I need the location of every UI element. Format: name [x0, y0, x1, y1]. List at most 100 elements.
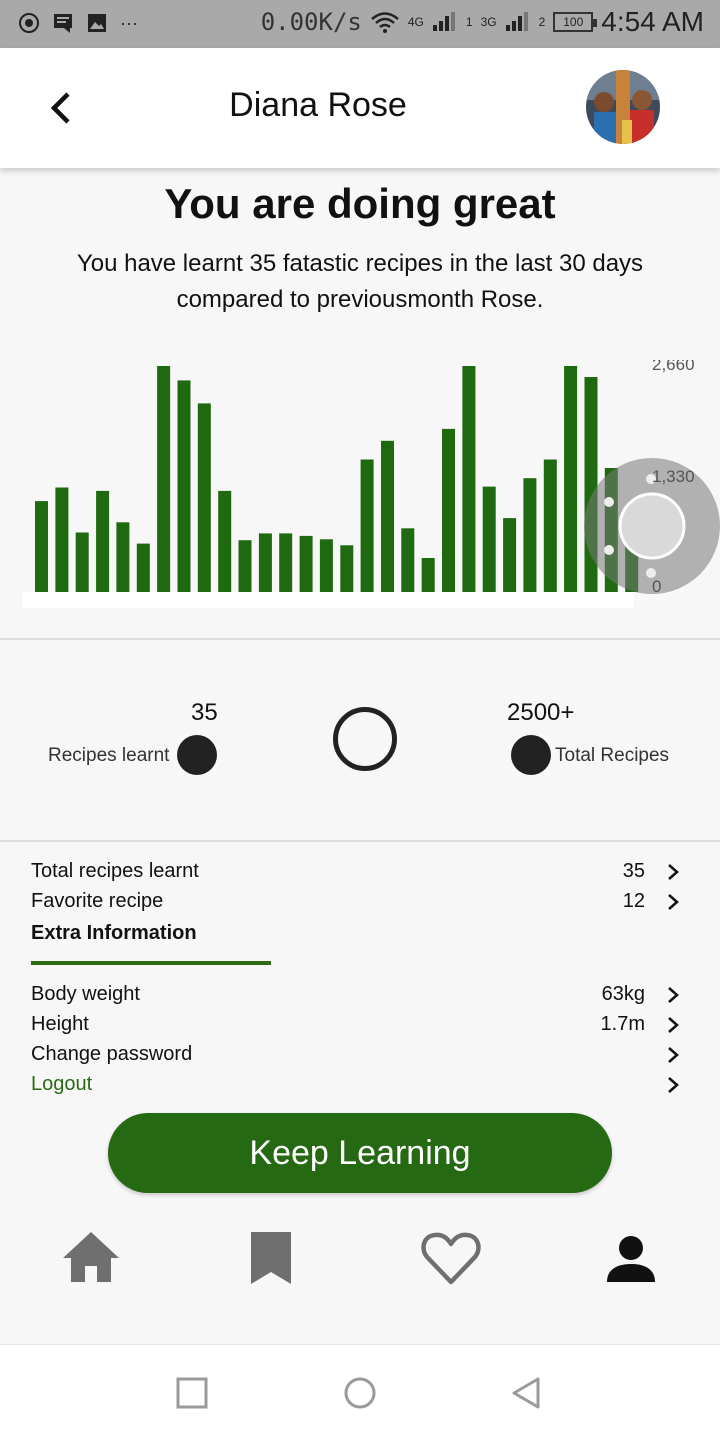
nav-home[interactable]	[59, 1226, 123, 1290]
chevron-right-icon	[668, 1047, 679, 1063]
chevron-right-icon	[668, 987, 679, 1003]
clock: 4:54 AM	[601, 6, 704, 37]
total-recipes-indicator	[511, 735, 551, 775]
sim2-label: 2	[538, 15, 546, 29]
chart-bar	[401, 528, 415, 592]
avatar-photo	[586, 70, 660, 144]
chevron-right-icon	[668, 864, 679, 880]
back-system-button[interactable]	[508, 1375, 544, 1411]
status-bar-right: 0.00K/s 4G 1 3G 2 100 4:54 AM	[261, 6, 704, 38]
row-value: 12	[622, 890, 645, 912]
list-item-total-learnt[interactable]: Total recipes learnt 35	[31, 858, 691, 888]
chart-bar	[442, 428, 455, 592]
chart-bar	[503, 518, 517, 592]
chart-bar	[116, 522, 130, 592]
zoom-handle-left-bottom[interactable]	[604, 545, 614, 555]
bookmark-icon	[251, 1232, 291, 1284]
home-icon	[63, 1232, 119, 1282]
total-recipes-label: Total Recipes	[555, 745, 670, 766]
row-label: Favorite recipe	[31, 890, 164, 912]
home-system-button[interactable]	[342, 1375, 378, 1411]
list-item-height[interactable]: Height 1.7m	[31, 1011, 691, 1041]
recipes-learnt-label: Recipes learnt	[48, 745, 170, 766]
list-item-logout[interactable]: Logout	[31, 1071, 691, 1101]
heart-icon	[421, 1232, 481, 1285]
extra-info-heading: Extra Information	[31, 922, 197, 944]
net-speed: 0.00K/s	[260, 8, 362, 36]
logout-link[interactable]: Logout	[31, 1073, 92, 1096]
summary-headline: You are doing great	[164, 180, 556, 227]
person-icon	[607, 1236, 655, 1282]
row-label: Total recipes learnt	[31, 860, 199, 882]
row-value: 63kg	[601, 983, 645, 1005]
extra-info-underline	[31, 961, 271, 965]
record-icon	[19, 13, 39, 33]
zoom-handle-left-top[interactable]	[604, 497, 614, 507]
chart-bar	[136, 543, 150, 592]
chart-bar	[218, 490, 232, 592]
nav-bookmarks[interactable]	[239, 1226, 303, 1290]
chart-bar	[421, 558, 435, 592]
chart-bar	[482, 486, 496, 592]
status-bar-left: ···	[18, 12, 138, 34]
recents-button[interactable]	[174, 1375, 210, 1411]
chart-bar	[35, 501, 48, 592]
chart-bar	[197, 403, 211, 592]
system-nav-bar	[0, 1344, 720, 1440]
recipes-learnt-count: 35	[191, 699, 218, 726]
y-tick-label: 1,330	[652, 467, 695, 486]
y-tick-label: 2,660	[652, 360, 695, 374]
chart-bar	[381, 440, 394, 592]
list-item-change-password[interactable]: Change password	[31, 1041, 691, 1071]
chart-bar	[523, 478, 537, 592]
chart-bar	[543, 459, 557, 592]
list-item-favorite[interactable]: Favorite recipe 12	[31, 888, 691, 918]
page-title: Diana Rose	[229, 86, 407, 124]
row-label: Height	[31, 1013, 89, 1035]
chart-zoom-knob[interactable]	[618, 492, 686, 560]
home-circle-icon	[344, 1377, 376, 1409]
nav-favorites[interactable]	[419, 1226, 483, 1290]
chart-bar	[340, 545, 354, 592]
back-triangle-icon	[512, 1377, 540, 1409]
recipes-chart: 2,660 1,330 0	[0, 355, 720, 620]
signal-3g-label: 3G	[480, 15, 497, 29]
wifi-icon	[371, 12, 399, 33]
recipes-learnt-indicator	[177, 735, 217, 775]
chart-bar	[75, 532, 89, 592]
app-header: Diana Rose	[0, 48, 720, 168]
signal-icon	[432, 12, 455, 31]
image-icon	[88, 14, 106, 32]
chart-bar	[279, 533, 293, 592]
row-label: Change password	[31, 1043, 193, 1065]
sim1-label: 1	[465, 15, 473, 29]
summary-message: You have learnt 35 fatastic recipes in t…	[76, 250, 644, 313]
avatar[interactable]	[586, 70, 660, 144]
chart-bar	[299, 535, 313, 592]
recents-icon	[176, 1377, 208, 1409]
y-tick-label: 0	[652, 577, 661, 596]
signal-icon	[505, 12, 528, 31]
chevron-right-icon	[668, 1077, 679, 1093]
signal-4g-label: 4G	[407, 15, 424, 29]
overflow-indicator: ···	[120, 12, 138, 33]
bar-chart: 2,660 1,330 0	[22, 355, 720, 608]
chart-bar	[238, 540, 252, 592]
status-bar: ··· 0.00K/s 4G 1 3G 2 100 4:54 AM	[0, 0, 720, 48]
list-item-body-weight[interactable]: Body weight 63kg	[31, 981, 691, 1011]
chart-bar	[258, 533, 272, 592]
chart-bar	[96, 490, 110, 592]
section-divider	[0, 638, 720, 640]
row-label: Body weight	[31, 983, 140, 1005]
nav-profile[interactable]	[599, 1226, 663, 1290]
chart-bar	[177, 380, 191, 592]
keep-learning-button[interactable]: Keep Learning	[108, 1113, 612, 1193]
row-value: 1.7m	[600, 1013, 645, 1035]
section-divider	[0, 840, 720, 842]
battery-icon: 100	[553, 12, 598, 32]
chevron-right-icon	[668, 894, 679, 910]
progress-ring	[333, 707, 397, 771]
chart-bar	[157, 366, 171, 592]
chart-bars	[35, 366, 639, 592]
chart-bar	[319, 539, 333, 592]
